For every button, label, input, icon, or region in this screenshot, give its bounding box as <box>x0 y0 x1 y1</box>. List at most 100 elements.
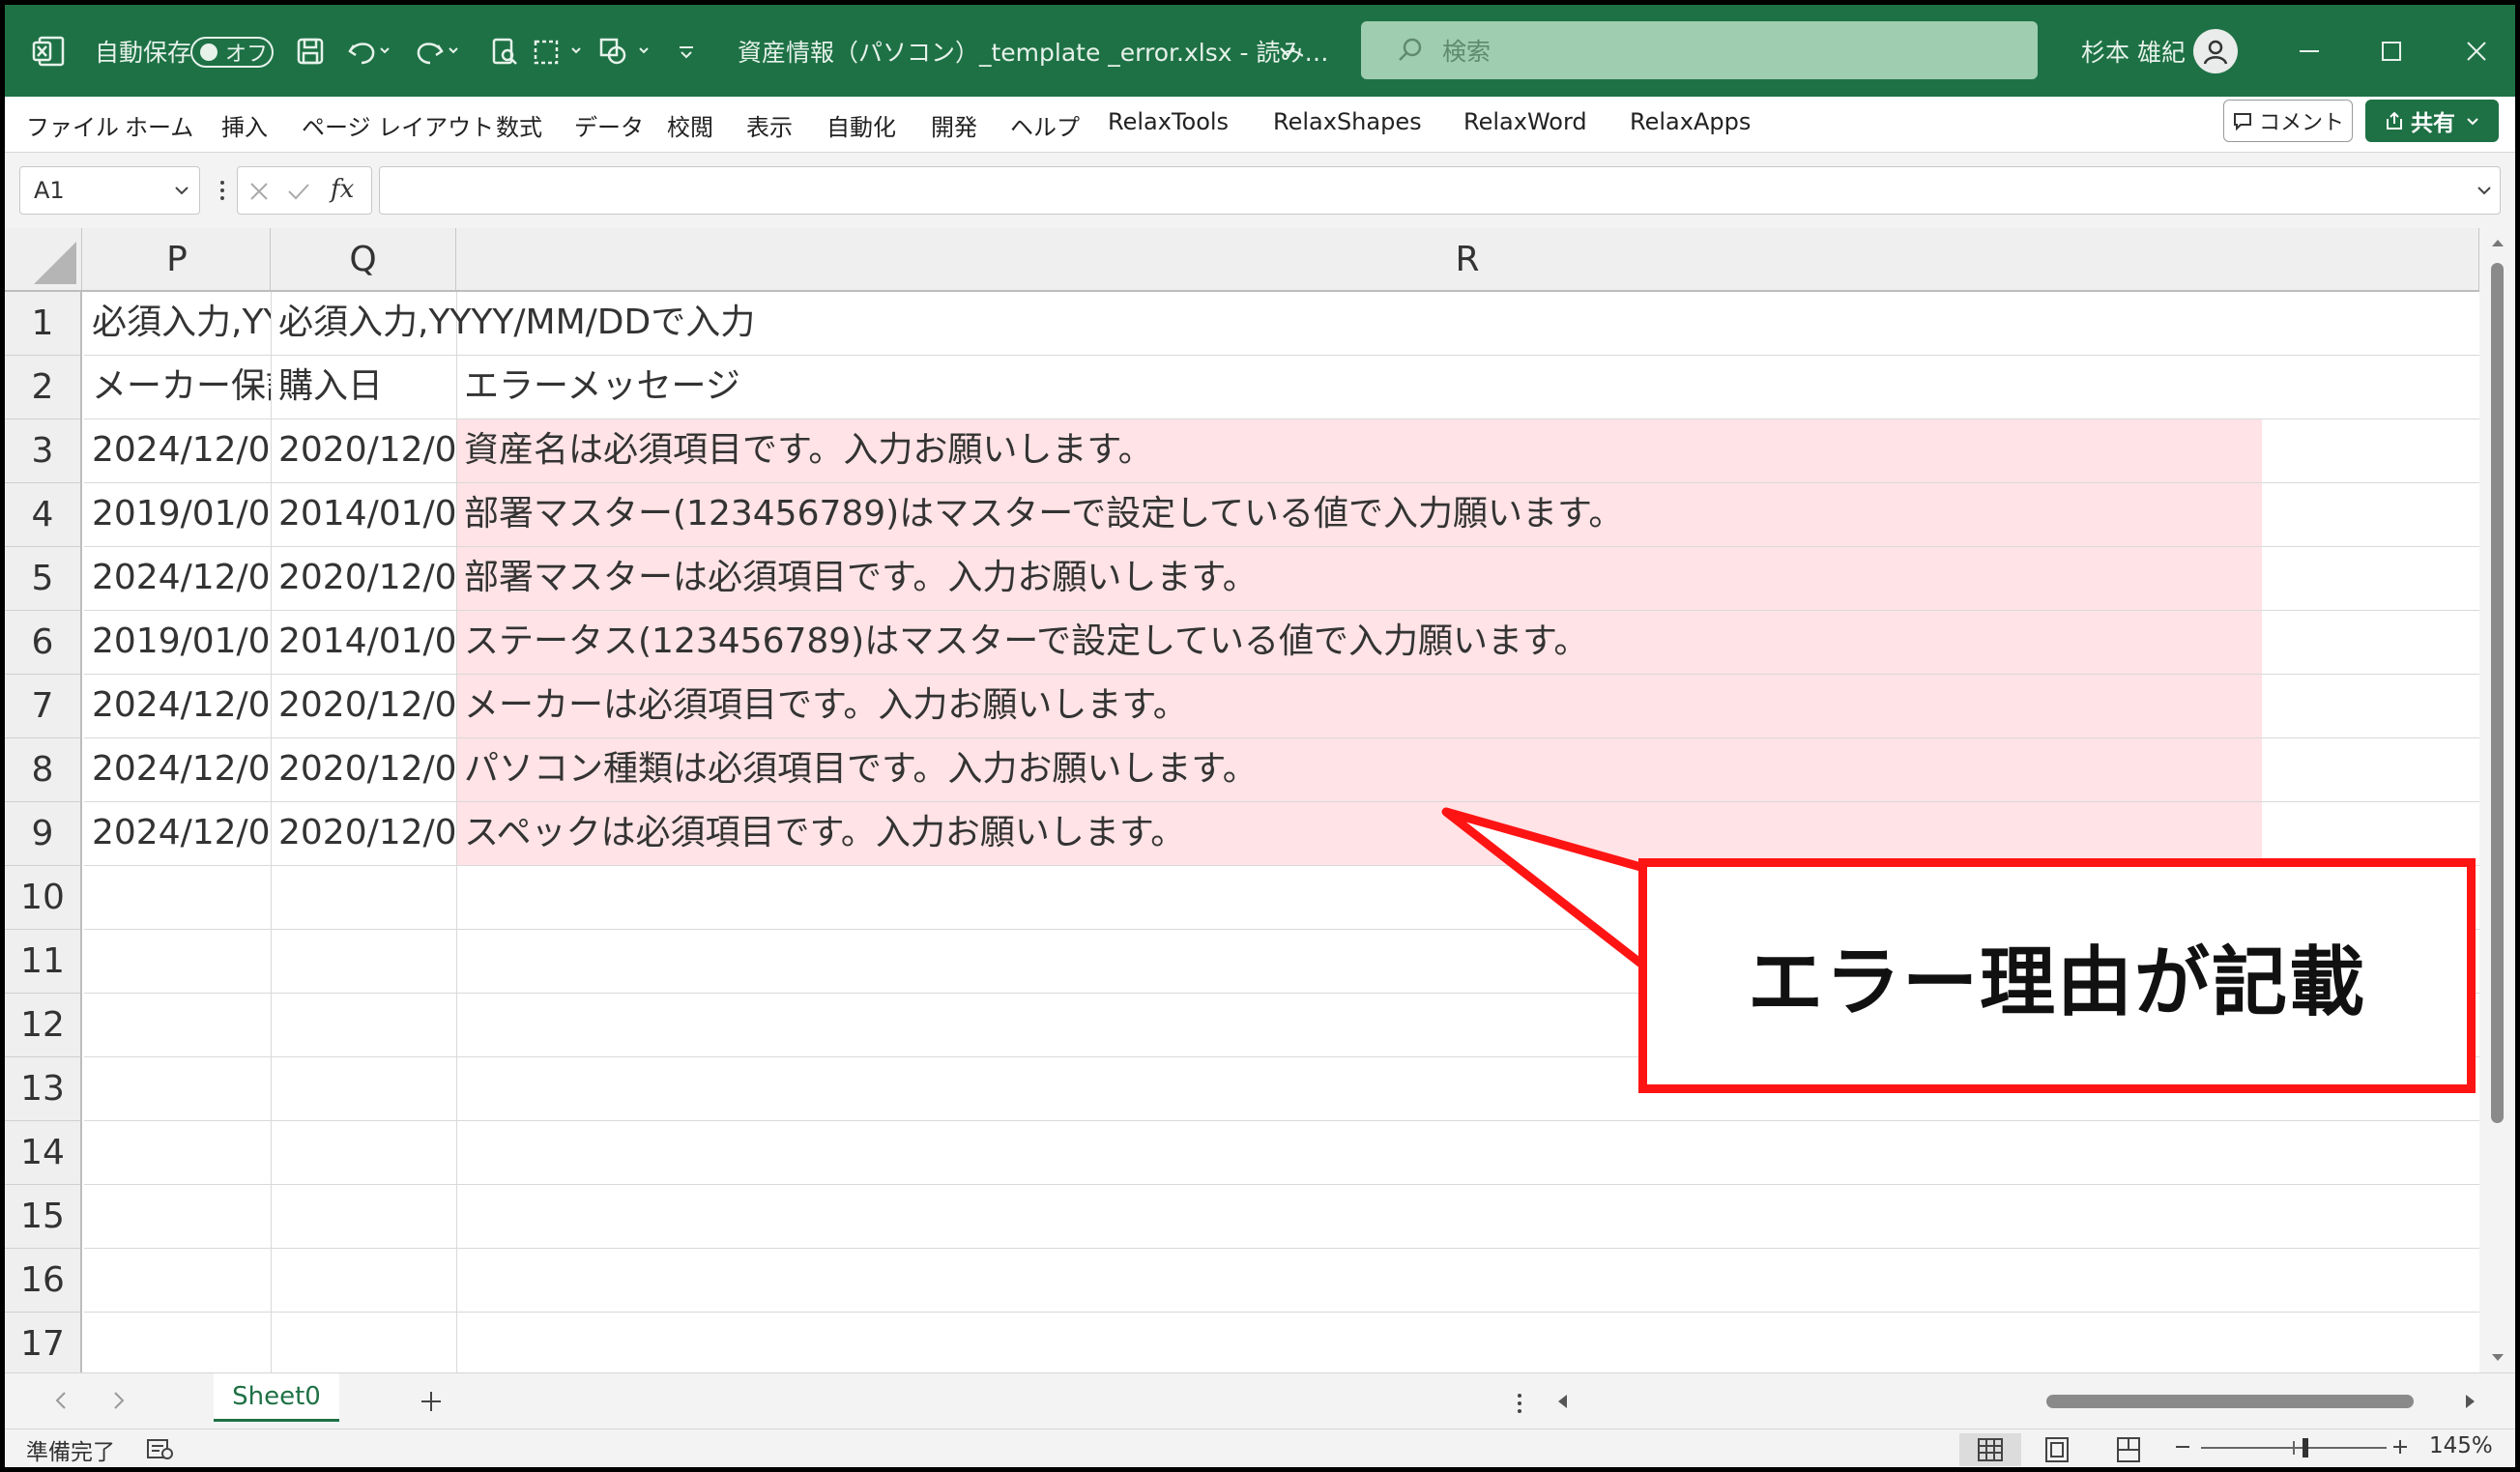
vertical-scrollbar[interactable] <box>2479 228 2515 1372</box>
screenshot-icon[interactable] <box>532 5 588 97</box>
print-preview-icon[interactable] <box>488 5 519 97</box>
close-icon[interactable] <box>2463 5 2490 97</box>
cell-p4[interactable]: 2019/01/01 <box>84 483 271 547</box>
share-button[interactable]: 共有 <box>2365 100 2499 142</box>
page-break-view-icon[interactable] <box>2114 1433 2143 1466</box>
row-header-14[interactable]: 14 <box>5 1121 80 1185</box>
prev-sheet-icon[interactable] <box>53 1390 69 1411</box>
row-header-17[interactable]: 17 <box>5 1313 80 1376</box>
tab-insert[interactable]: 挿入 <box>221 108 268 142</box>
cell-r6[interactable]: ステータス(123456789)はマスターで設定している値で入力願います。 <box>456 611 2479 675</box>
normal-view-icon[interactable] <box>1959 1433 2021 1466</box>
cell-q4[interactable]: 2014/01/01 <box>271 483 456 547</box>
cell-q7[interactable]: 2020/12/01 <box>271 675 456 738</box>
cancel-icon[interactable] <box>247 180 271 203</box>
scroll-left-icon[interactable] <box>1555 1393 1571 1410</box>
autosave-toggle[interactable]: オフ <box>190 37 274 68</box>
scroll-right-icon[interactable] <box>2462 1393 2477 1410</box>
tab-relaxapps[interactable]: RelaxApps <box>1630 108 1751 135</box>
cell-r3[interactable]: 資産名は必須項目です。入力お願いします。 <box>456 419 2479 483</box>
avatar[interactable] <box>2193 29 2238 73</box>
undo-icon[interactable] <box>346 5 391 97</box>
row-header-8[interactable]: 8 <box>5 738 80 802</box>
cell-r9[interactable]: スペックは必須項目です。入力お願いします。 <box>456 802 2479 866</box>
more-options-icon[interactable] <box>218 179 226 202</box>
cell-p2[interactable]: メーカー保証 <box>84 356 271 419</box>
tab-relaxtools[interactable]: RelaxTools <box>1108 108 1229 135</box>
maximize-icon[interactable] <box>2378 5 2405 97</box>
cell-q9[interactable]: 2020/12/01 <box>271 802 456 866</box>
tab-file[interactable]: ファイル <box>26 108 119 142</box>
enter-icon[interactable] <box>286 180 311 203</box>
vertical-scroll-thumb[interactable] <box>2491 263 2504 1123</box>
horizontal-scroll-thumb[interactable] <box>2046 1395 2414 1408</box>
redo-icon[interactable] <box>415 5 459 97</box>
tab-data[interactable]: データ <box>574 108 644 142</box>
row-header-7[interactable]: 7 <box>5 675 80 738</box>
accessibility-icon[interactable] <box>146 1436 175 1461</box>
sheet-tab-sheet0[interactable]: Sheet0 <box>214 1373 339 1422</box>
cell-p9[interactable]: 2024/12/01 <box>84 802 271 866</box>
expand-formula-chevron-icon[interactable] <box>2475 181 2494 200</box>
row-header-6[interactable]: 6 <box>5 611 80 675</box>
row-header-2[interactable]: 2 <box>5 356 80 419</box>
tab-view[interactable]: 表示 <box>746 108 793 142</box>
tab-relaxshapes[interactable]: RelaxShapes <box>1273 108 1422 135</box>
formula-input[interactable] <box>379 166 2501 215</box>
tab-review[interactable]: 校閲 <box>667 108 713 142</box>
tab-help[interactable]: ヘルプ <box>1010 108 1080 142</box>
scroll-up-icon[interactable] <box>2489 236 2506 249</box>
tab-relaxword[interactable]: RelaxWord <box>1463 108 1587 135</box>
cell-q2[interactable]: 購入日 <box>271 356 456 419</box>
row-header-13[interactable]: 13 <box>5 1057 80 1121</box>
zoom-in-icon[interactable] <box>2390 1437 2410 1457</box>
cell-q6[interactable]: 2014/01/01 <box>271 611 456 675</box>
row-header-9[interactable]: 9 <box>5 802 80 866</box>
column-header-q[interactable]: Q <box>271 228 456 290</box>
minimize-icon[interactable] <box>2296 5 2323 97</box>
cell-r8[interactable]: パソコン種類は必須項目です。入力お願いします。 <box>456 738 2479 802</box>
row-header-10[interactable]: 10 <box>5 866 80 930</box>
search-box[interactable]: 検索 <box>1361 21 2038 79</box>
row-header-4[interactable]: 4 <box>5 483 80 547</box>
cell-r5[interactable]: 部署マスターは必須項目です。入力お願いします。 <box>456 547 2479 611</box>
cell-p3[interactable]: 2024/12/01 <box>84 419 271 483</box>
cell-p8[interactable]: 2024/12/01 <box>84 738 271 802</box>
cell-q1[interactable]: 必須入力,YYYY/MM/DDで入力 <box>271 292 755 356</box>
row-header-11[interactable]: 11 <box>5 930 80 994</box>
cell-p6[interactable]: 2019/01/01 <box>84 611 271 675</box>
row-header-5[interactable]: 5 <box>5 547 80 611</box>
tab-page-layout[interactable]: ページ レイアウト <box>302 108 494 142</box>
tab-developer[interactable]: 開発 <box>931 108 977 142</box>
row-header-1[interactable]: 1 <box>5 292 80 356</box>
cell-r2[interactable]: エラーメッセージ <box>456 356 2479 419</box>
save-icon[interactable] <box>295 5 326 97</box>
column-header-r[interactable]: R <box>456 228 2479 290</box>
cell-r7[interactable]: メーカーは必須項目です。入力お願いします。 <box>456 675 2479 738</box>
row-header-3[interactable]: 3 <box>5 419 80 483</box>
tab-formulas[interactable]: 数式 <box>496 108 542 142</box>
cell-p1[interactable]: 必須入力,YYYY/MM/DDで入力 <box>84 292 271 356</box>
zoom-slider[interactable] <box>2197 1433 2390 1462</box>
zoom-out-icon[interactable] <box>2173 1437 2192 1457</box>
zoom-level[interactable]: 145% <box>2429 1433 2493 1458</box>
tab-split-handle-icon[interactable] <box>1516 1392 1523 1415</box>
cell-q8[interactable]: 2020/12/01 <box>271 738 456 802</box>
add-sheet-icon[interactable] <box>419 1389 444 1414</box>
insert-function-button[interactable]: fx <box>331 175 354 204</box>
select-all-corner[interactable] <box>5 228 82 290</box>
cell-p5[interactable]: 2024/12/01 <box>84 547 271 611</box>
cell-p7[interactable]: 2024/12/01 <box>84 675 271 738</box>
tab-home[interactable]: ホーム <box>125 108 193 142</box>
row-header-16[interactable]: 16 <box>5 1249 80 1313</box>
cell-r4[interactable]: 部署マスター(123456789)はマスターで設定している値で入力願います。 <box>456 483 2479 547</box>
cell-grid[interactable]: 必須入力,YYYY/MM/DDで入力必須入力,YYYY/MM/DDで入力メーカー… <box>84 292 2479 1372</box>
name-box[interactable]: A1 <box>19 166 200 215</box>
next-sheet-icon[interactable] <box>111 1390 127 1411</box>
customize-qat-icon[interactable] <box>676 5 697 97</box>
cell-q5[interactable]: 2020/12/01 <box>271 547 456 611</box>
tab-automate[interactable]: 自動化 <box>826 108 896 142</box>
title-chevron-down-icon[interactable] <box>1276 5 1299 97</box>
column-header-p[interactable]: P <box>84 228 271 290</box>
row-header-15[interactable]: 15 <box>5 1185 80 1249</box>
